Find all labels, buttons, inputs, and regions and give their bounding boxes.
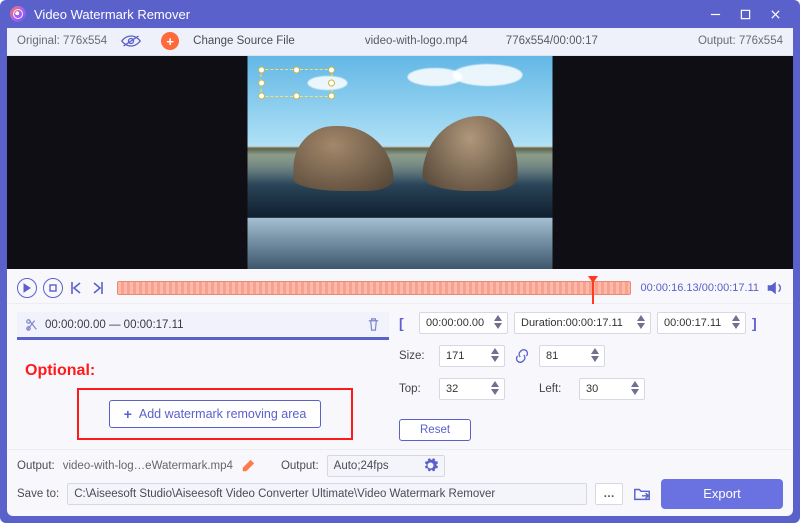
- clip-end-input[interactable]: [664, 317, 732, 329]
- top-field[interactable]: [439, 378, 505, 400]
- output-dims-label: Output: 776x554: [698, 35, 783, 47]
- video-frame: [248, 56, 553, 269]
- annotation-box: + Add watermark removing area: [77, 388, 353, 440]
- output-format-value: Auto;24fps: [334, 460, 389, 472]
- title-bar: Video Watermark Remover: [0, 0, 800, 28]
- export-button[interactable]: Export: [661, 479, 783, 509]
- add-watermark-area-button[interactable]: + Add watermark removing area: [109, 400, 322, 428]
- spin-up[interactable]: [591, 348, 601, 356]
- spin-down[interactable]: [491, 389, 501, 397]
- width-input[interactable]: [446, 350, 491, 362]
- maximize-button[interactable]: [730, 4, 760, 24]
- save-path-value: C:\Aiseesoft Studio\Aiseesoft Video Conv…: [74, 488, 495, 500]
- clip-end-field[interactable]: [657, 312, 746, 334]
- play-button[interactable]: [17, 278, 37, 298]
- watermark-selection-box[interactable]: [261, 69, 333, 97]
- clip-start-field[interactable]: [419, 312, 508, 334]
- save-to-label: Save to:: [17, 488, 59, 500]
- range-end-bracket[interactable]: ]: [752, 315, 766, 331]
- spin-down[interactable]: [631, 389, 641, 397]
- top-label: Top:: [399, 383, 433, 395]
- delete-segment-button[interactable]: [366, 317, 381, 332]
- aspect-lock-icon[interactable]: [515, 349, 529, 363]
- optional-label: Optional:: [25, 362, 389, 380]
- playhead-icon[interactable]: [588, 276, 598, 283]
- video-preview[interactable]: [7, 56, 793, 269]
- seek-start-button[interactable]: [69, 280, 85, 296]
- playback-controls: 00:00:16.13/00:00:17.11: [7, 269, 793, 303]
- open-folder-button[interactable]: [631, 483, 653, 505]
- source-dims-time: 776x554/00:00:17: [506, 35, 598, 47]
- clip-duration-field[interactable]: [514, 312, 651, 334]
- clip-duration-input[interactable]: [521, 317, 637, 329]
- info-bar: Original: 776x554 + Change Source File v…: [7, 28, 793, 56]
- width-field[interactable]: [439, 345, 505, 367]
- change-source-link[interactable]: Change Source File: [193, 35, 295, 47]
- stop-button[interactable]: [43, 278, 63, 298]
- add-source-icon[interactable]: +: [161, 32, 179, 50]
- range-start-bracket[interactable]: [: [399, 315, 413, 331]
- spin-down[interactable]: [591, 356, 601, 364]
- app-logo-icon: [10, 6, 26, 22]
- timecode: 00:00:16.13/00:00:17.11: [641, 282, 759, 294]
- timeline-track[interactable]: [117, 281, 631, 295]
- spin-down[interactable]: [637, 323, 647, 331]
- spin-up[interactable]: [491, 348, 501, 356]
- segment-range: 00:00:00.00 — 00:00:17.11: [45, 319, 184, 331]
- top-input[interactable]: [446, 383, 491, 395]
- spin-down[interactable]: [494, 323, 504, 331]
- minimize-button[interactable]: [700, 4, 730, 24]
- spin-up[interactable]: [631, 381, 641, 389]
- spin-down[interactable]: [491, 356, 501, 364]
- segment-row[interactable]: 00:00:00.00 — 00:00:17.11: [17, 312, 389, 338]
- original-label: Original: 776x554: [17, 35, 107, 47]
- add-watermark-area-label: Add watermark removing area: [139, 407, 306, 421]
- volume-button[interactable]: [765, 279, 783, 297]
- rename-output-button[interactable]: [241, 459, 255, 473]
- size-label: Size:: [399, 350, 433, 362]
- reset-button[interactable]: Reset: [399, 419, 471, 441]
- output-settings-button[interactable]: [423, 458, 438, 473]
- spin-up[interactable]: [732, 315, 742, 323]
- segment-underline: [17, 337, 389, 340]
- browse-folder-button[interactable]: …: [595, 483, 623, 505]
- output-filename: video-with-log…eWatermark.mp4: [63, 460, 233, 472]
- output-file-label: Output:: [17, 460, 55, 472]
- left-label: Left:: [539, 383, 573, 395]
- spin-down[interactable]: [732, 323, 742, 331]
- left-input[interactable]: [586, 383, 631, 395]
- segments-panel: 00:00:00.00 — 00:00:17.11 Optional: + Ad…: [17, 312, 389, 441]
- spin-up[interactable]: [491, 381, 501, 389]
- height-field[interactable]: [539, 345, 605, 367]
- seek-end-button[interactable]: [91, 280, 107, 296]
- clip-start-input[interactable]: [426, 317, 494, 329]
- output-format-label: Output:: [281, 460, 319, 472]
- output-format-field[interactable]: Auto;24fps: [327, 455, 445, 477]
- save-path-field[interactable]: C:\Aiseesoft Studio\Aiseesoft Video Conv…: [67, 483, 587, 505]
- window-title: Video Watermark Remover: [34, 7, 700, 22]
- spin-up[interactable]: [637, 315, 647, 323]
- spin-up[interactable]: [494, 315, 504, 323]
- left-field[interactable]: [579, 378, 645, 400]
- height-input[interactable]: [546, 350, 591, 362]
- source-filename: video-with-logo.mp4: [365, 35, 468, 47]
- properties-panel: [ ] Size:: [399, 312, 783, 441]
- eye-toggle-icon[interactable]: [121, 34, 141, 48]
- close-button[interactable]: [760, 4, 790, 24]
- segment-clip-icon: [25, 318, 39, 332]
